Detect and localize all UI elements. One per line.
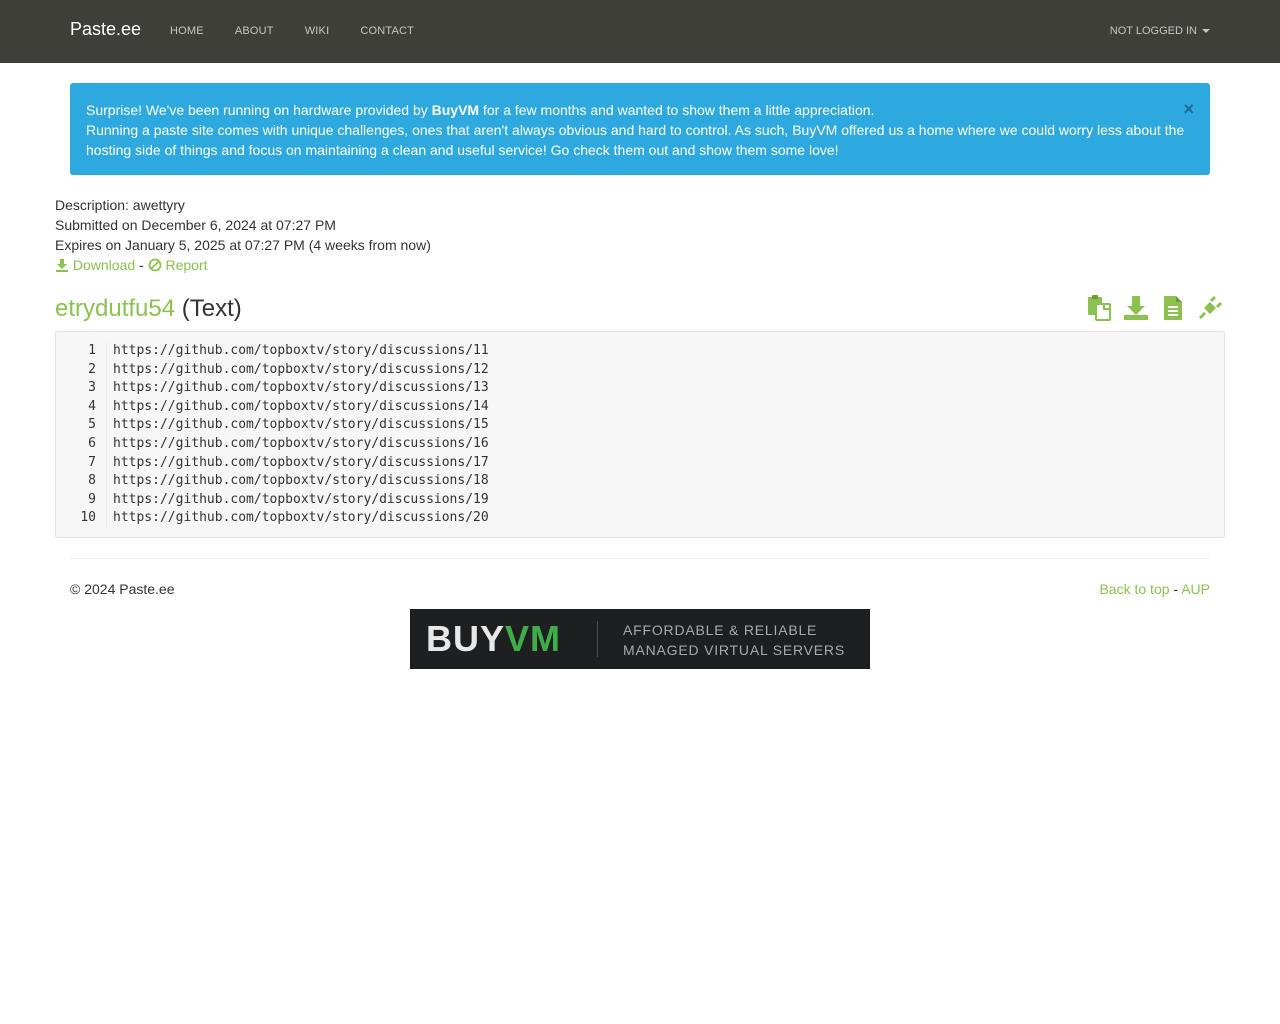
caret-down-icon bbox=[1202, 29, 1210, 33]
line-text: https://github.com/topboxtv/story/discus… bbox=[106, 379, 489, 398]
code-line: 10 https://github.com/topboxtv/story/disc… bbox=[56, 509, 1224, 528]
banner-tagline: AFFORDABLE & RELIABLE MANAGED VIRTUAL SE… bbox=[623, 620, 845, 660]
code-line: 3 https://github.com/topboxtv/story/discu… bbox=[56, 379, 1224, 398]
line-number: 6 bbox=[88, 435, 96, 451]
line-text: https://github.com/topboxtv/story/discus… bbox=[106, 472, 489, 491]
download-label: Download bbox=[72, 257, 136, 273]
code-line: 7 https://github.com/topboxtv/story/discu… bbox=[56, 453, 1224, 473]
alert-text-prefix: Surprise! We've been running on hardware… bbox=[86, 102, 432, 118]
code-line: 6 https://github.com/topboxtv/story/discu… bbox=[56, 434, 1224, 454]
user-menu-label: NOT LOGGED IN bbox=[1109, 25, 1197, 37]
line-number: 7 bbox=[88, 454, 96, 470]
copy-icon[interactable] bbox=[1085, 294, 1113, 322]
buyvm-banner[interactable]: BUYVM AFFORDABLE & RELIABLE MANAGED VIRT… bbox=[410, 609, 870, 669]
code-line: 2 https://github.com/topboxtv/story/discu… bbox=[56, 360, 1224, 380]
actions-separator: - bbox=[139, 257, 144, 273]
raw-file-icon[interactable] bbox=[1159, 294, 1187, 322]
paste-name: etrydutfu54 bbox=[55, 295, 176, 322]
alert-text-suffix: for a few months and wanted to show them… bbox=[479, 102, 875, 118]
nav-wiki[interactable]: WIKI bbox=[305, 25, 330, 37]
line-text: https://github.com/topboxtv/story/discus… bbox=[106, 397, 489, 417]
back-to-top-link[interactable]: Back to top bbox=[1099, 581, 1169, 597]
paste-meta: Description: awettyry Submitted on Decem… bbox=[55, 195, 431, 275]
paste-actions: Download - Report bbox=[55, 255, 431, 275]
line-text: https://github.com/topboxtv/story/discus… bbox=[106, 416, 489, 435]
user-menu-dropdown[interactable]: NOT LOGGED IN bbox=[1110, 25, 1210, 37]
plug-icon[interactable] bbox=[1196, 294, 1224, 322]
line-number: 1 bbox=[88, 343, 96, 358]
banner-tagline-1: AFFORDABLE & RELIABLE bbox=[623, 622, 818, 638]
line-number: 9 bbox=[88, 491, 96, 507]
download-icon bbox=[56, 259, 68, 272]
line-text: https://github.com/topboxtv/story/discus… bbox=[106, 342, 489, 361]
code-line: 9 https://github.com/topboxtv/story/discu… bbox=[56, 490, 1224, 510]
aup-link[interactable]: AUP bbox=[1181, 581, 1210, 597]
line-text: https://github.com/topboxtv/story/discus… bbox=[106, 360, 489, 380]
footer-separator: - bbox=[1173, 581, 1179, 597]
line-text: https://github.com/topboxtv/story/discus… bbox=[106, 509, 489, 528]
line-number: 10 bbox=[80, 510, 96, 526]
logo-text-buy: BUY bbox=[426, 618, 506, 659]
ban-icon bbox=[148, 258, 162, 272]
alert-line-2: Running a paste site comes with unique c… bbox=[86, 122, 1185, 158]
line-number: 3 bbox=[88, 380, 96, 396]
paste-toolbar bbox=[1076, 294, 1224, 322]
code-lines: 1 https://github.com/topboxtv/story/discu… bbox=[56, 342, 1224, 528]
paste-expires: Expires on January 5, 2025 at 07:27 PM (… bbox=[55, 237, 431, 253]
navbar: Paste.ee HOME ABOUT WIKI CONTACT NOT LOG… bbox=[0, 0, 1280, 63]
buyvm-logo: BUYVM bbox=[426, 620, 561, 658]
footer-links: Back to top - AUP bbox=[1099, 580, 1210, 598]
code-line: 8 https://github.com/topboxtv/story/discu… bbox=[56, 472, 1224, 491]
nav-about[interactable]: ABOUT bbox=[235, 25, 274, 37]
download-paste-icon[interactable] bbox=[1122, 294, 1150, 322]
line-number: 2 bbox=[88, 361, 96, 377]
download-link[interactable]: Download bbox=[55, 257, 135, 273]
code-line: 1 https://github.com/topboxtv/story/discu… bbox=[56, 342, 1224, 361]
line-number: 4 bbox=[88, 398, 96, 414]
report-label: Report bbox=[165, 257, 208, 273]
banner-divider bbox=[597, 621, 598, 657]
paste-title: etrydutfu54 (Text) bbox=[55, 294, 242, 324]
announcement-alert: Surprise! We've been running on hardware… bbox=[70, 83, 1210, 175]
paste-submitted: Submitted on December 6, 2024 at 07:27 P… bbox=[55, 217, 336, 233]
paste-description: Description: awettyry bbox=[55, 197, 185, 213]
code-line: 4 https://github.com/topboxtv/story/discu… bbox=[56, 397, 1224, 417]
paste-code-viewer[interactable]: 1 https://github.com/topboxtv/story/discu… bbox=[55, 331, 1225, 538]
alert-close-icon[interactable]: × bbox=[1183, 99, 1194, 119]
paste-type: (Text) bbox=[181, 295, 242, 322]
brand-link[interactable]: Paste.ee bbox=[70, 19, 141, 40]
nav-contact[interactable]: CONTACT bbox=[360, 25, 414, 37]
banner-tagline-2: MANAGED VIRTUAL SERVERS bbox=[623, 642, 845, 658]
report-link[interactable]: Report bbox=[148, 257, 208, 273]
line-number: 5 bbox=[88, 417, 96, 433]
logo-text-vm: VM bbox=[505, 618, 562, 659]
line-text: https://github.com/topboxtv/story/discus… bbox=[106, 453, 489, 473]
nav-home[interactable]: HOME bbox=[170, 25, 204, 37]
line-text: https://github.com/topboxtv/story/discus… bbox=[106, 434, 489, 454]
main-nav: HOME ABOUT WIKI CONTACT bbox=[170, 25, 445, 37]
code-line: 5 https://github.com/topboxtv/story/discu… bbox=[56, 416, 1224, 435]
line-text: https://github.com/topboxtv/story/discus… bbox=[106, 490, 489, 510]
line-number: 8 bbox=[88, 473, 96, 489]
footer-divider bbox=[70, 558, 1210, 559]
footer-copyright: © 2024 Paste.ee bbox=[70, 581, 175, 597]
alert-line-1: Surprise! We've been running on hardware… bbox=[86, 100, 1194, 120]
alert-brand: BuyVM bbox=[431, 102, 480, 118]
